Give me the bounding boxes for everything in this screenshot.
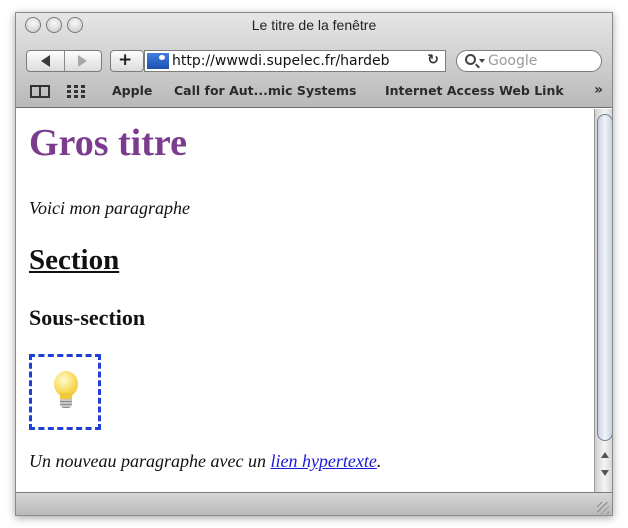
- paragraph-2-text: Un nouveau paragraphe avec un: [29, 451, 271, 471]
- back-arrow-icon: [40, 55, 50, 67]
- search-icon: [465, 54, 476, 65]
- bookmark-internet-access-web-link[interactable]: Internet Access Web Link: [385, 83, 564, 98]
- page-content: Gros titre Voici mon paragraphe Section …: [16, 109, 594, 492]
- lightbulb-base: [60, 399, 72, 408]
- scroll-up-arrow-icon[interactable]: [601, 452, 609, 458]
- scrollbar-thumb[interactable]: [597, 114, 612, 441]
- url-text[interactable]: http://wwwdi.supelec.fr/hardeb: [172, 53, 420, 69]
- subsection-heading: Sous-section: [29, 305, 146, 330]
- paragraph-2: Un nouveau paragraphe avec un lien hyper…: [29, 451, 381, 472]
- status-bar: [16, 492, 612, 515]
- bookmarks-book-icon[interactable]: [30, 85, 50, 98]
- vertical-scrollbar[interactable]: [594, 109, 612, 492]
- resize-grip-icon[interactable]: [597, 502, 609, 514]
- url-fade: [399, 51, 419, 71]
- section-heading: Section: [29, 244, 120, 276]
- address-bar[interactable]: http://wwwdi.supelec.fr/hardeb ↻: [144, 50, 446, 72]
- search-menu-caret-icon[interactable]: [479, 59, 485, 63]
- add-bookmark-button[interactable]: +: [110, 50, 144, 72]
- forward-arrow-icon: [78, 55, 88, 67]
- image-box: [29, 354, 101, 430]
- hyperlink[interactable]: lien hypertexte: [270, 451, 376, 471]
- scroll-down-arrow-icon[interactable]: [601, 470, 609, 476]
- search-placeholder: Google: [488, 53, 538, 69]
- window-title: Le titre de la fenêtre: [251, 17, 377, 33]
- browser-toolbar: Le titre de la fenêtre + http://wwwdi.su…: [16, 13, 612, 108]
- bookmark-call-for-autonomic-systems[interactable]: Call for Aut...mic Systems: [174, 83, 356, 98]
- bookmark-apple[interactable]: Apple: [112, 83, 152, 98]
- paragraph-1: Voici mon paragraphe: [29, 198, 190, 218]
- bookmarks-overflow-icon[interactable]: »: [594, 82, 603, 98]
- forward-button[interactable]: [63, 51, 102, 71]
- search-field[interactable]: Google: [456, 50, 602, 72]
- page-heading-1: Gros titre: [29, 122, 187, 164]
- back-button[interactable]: [27, 51, 64, 71]
- favicon-icon: [147, 53, 169, 69]
- reload-icon[interactable]: ↻: [427, 52, 439, 68]
- bookmarks-bar: Apple Call for Aut...mic Systems Interne…: [16, 81, 612, 103]
- navigation-buttons: [26, 50, 102, 72]
- paragraph-2-end: .: [376, 451, 382, 471]
- browser-window: Le titre de la fenêtre + http://wwwdi.su…: [15, 12, 613, 516]
- top-sites-grid-icon[interactable]: [67, 85, 85, 98]
